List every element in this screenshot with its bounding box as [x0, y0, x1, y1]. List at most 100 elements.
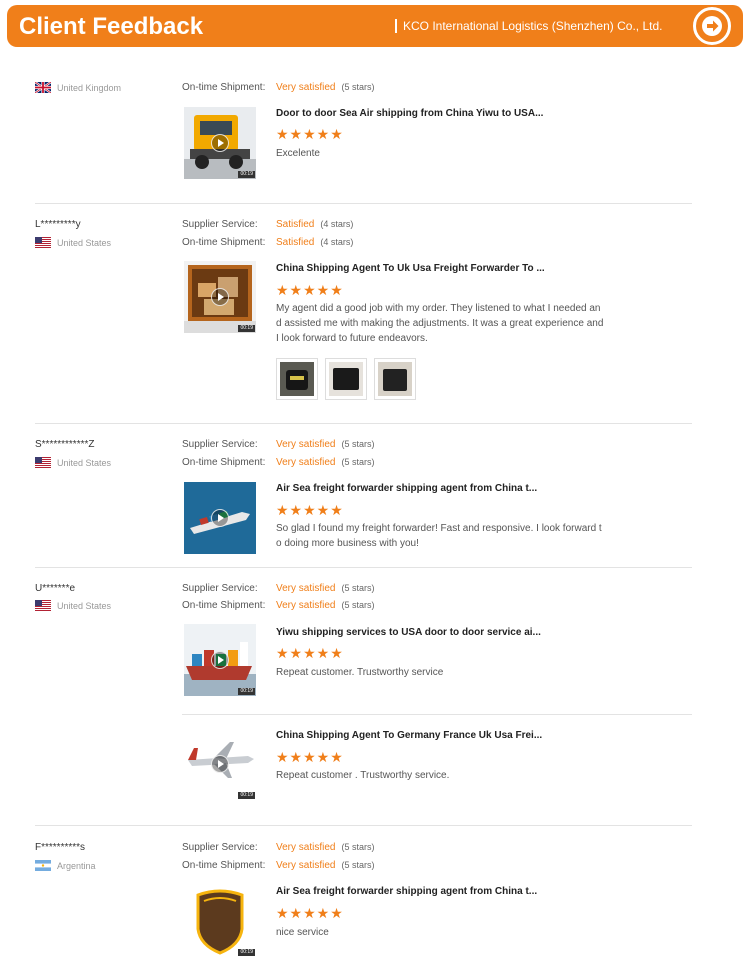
rating-stars-count: (5 stars) [341, 439, 375, 449]
reviewer-country: Argentina [35, 860, 96, 871]
us-flag-icon [35, 457, 51, 468]
star-rating: ★★★★★ [276, 282, 344, 298]
company-name: KCO International Logistics (Shenzhen) C… [395, 19, 662, 33]
rating-on-time-shipment: On-time Shipment: Satisfied (4 stars) [182, 237, 353, 248]
review-comment: So glad I found my freight forwarder! Fa… [276, 523, 602, 549]
product-title-link[interactable]: China Shipping Agent To Uk Usa Freight F… [276, 263, 545, 274]
review-comment: My agent did a good job with my order. T… [276, 303, 604, 344]
country-name: Argentina [57, 861, 96, 871]
rating-stars-count: (4 stars) [320, 219, 354, 229]
rating-label: Supplier Service: [182, 219, 258, 230]
country-name: United States [57, 238, 112, 248]
rating-stars-count: (4 stars) [320, 237, 354, 247]
rating-value: Very satisfied [276, 583, 336, 594]
product-video-thumbnail[interactable]: 00:19 [184, 624, 256, 696]
reviewer-country: United States [35, 237, 111, 248]
product-video-thumbnail[interactable]: 00:19 [184, 261, 256, 333]
star-rating: ★★★★★ [276, 905, 344, 921]
rating-supplier-service: Supplier Service: Very satisfied (5 stars) [182, 439, 375, 450]
rating-value: Very satisfied [276, 82, 336, 93]
next-arrow-button[interactable] [693, 7, 731, 45]
reviewer-name: L*********y [35, 219, 81, 230]
star-rating: ★★★★★ [276, 645, 344, 661]
argentina-flag-icon [35, 860, 51, 871]
video-duration: 00:19 [238, 325, 255, 332]
product-title-link[interactable]: Yiwu shipping services to USA door to do… [276, 627, 541, 638]
rating-label: On-time Shipment: [182, 600, 266, 611]
uk-flag-icon [35, 82, 51, 93]
us-flag-icon [35, 600, 51, 611]
play-icon [211, 651, 229, 669]
ups-logo-image [184, 885, 256, 957]
rating-on-time-shipment: On-time Shipment: Very satisfied (5 stars) [182, 457, 375, 468]
divider [182, 714, 692, 715]
play-icon [211, 509, 229, 527]
divider [35, 567, 692, 568]
rating-value: Very satisfied [276, 457, 336, 468]
video-duration: 00:19 [238, 792, 255, 799]
rating-stars-count: (5 stars) [341, 600, 375, 610]
play-icon [211, 134, 229, 152]
review-photo[interactable] [276, 358, 318, 400]
rating-on-time-shipment: On-time Shipment: Very satisfied (5 stars) [182, 82, 375, 93]
rating-label: On-time Shipment: [182, 860, 266, 871]
rating-on-time-shipment: On-time Shipment: Very satisfied (5 stars) [182, 860, 375, 871]
rating-value: Very satisfied [276, 842, 336, 853]
rating-label: Supplier Service: [182, 842, 258, 853]
rating-on-time-shipment: On-time Shipment: Very satisfied (5 stars) [182, 600, 375, 611]
rating-label: Supplier Service: [182, 583, 258, 594]
rating-value: Satisfied [276, 219, 315, 230]
rating-label: On-time Shipment: [182, 82, 266, 93]
rating-stars-count: (5 stars) [341, 82, 375, 92]
rating-stars-count: (5 stars) [341, 842, 375, 852]
reviewer-country: United States [35, 457, 111, 468]
reviewer-name: U*******e [35, 583, 76, 594]
rating-supplier-service: Supplier Service: Satisfied (4 stars) [182, 219, 353, 230]
rating-value: Very satisfied [276, 860, 336, 871]
product-title-link[interactable]: Air Sea freight forwarder shipping agent… [276, 886, 537, 897]
rating-label: On-time Shipment: [182, 457, 266, 468]
header-banner: Client Feedback KCO International Logist… [7, 5, 743, 47]
rating-supplier-service: Supplier Service: Very satisfied (5 stars) [182, 842, 375, 853]
review-comment: nice service [276, 927, 329, 938]
review-comment: Repeat customer. Trustworthy service [276, 667, 444, 678]
review-photo[interactable] [374, 358, 416, 400]
product-video-thumbnail[interactable] [184, 482, 256, 554]
product-video-thumbnail[interactable]: 00:19 [184, 107, 256, 179]
review-comment: Excelente [276, 148, 320, 159]
rating-stars-count: (5 stars) [341, 860, 375, 870]
rating-stars-count: (5 stars) [341, 583, 375, 593]
product-video-thumbnail[interactable]: 00:19 [184, 728, 256, 800]
country-name: United Kingdom [57, 83, 122, 93]
rating-value: Satisfied [276, 237, 315, 248]
country-name: United States [57, 458, 112, 468]
product-title-link[interactable]: Door to door Sea Air shipping from China… [276, 108, 543, 119]
reviewer-country: United Kingdom [35, 82, 121, 93]
review-comment: Repeat customer . Trustworthy service. [276, 770, 450, 781]
product-title-link[interactable]: Air Sea freight forwarder shipping agent… [276, 483, 537, 494]
reviewer-country: United States [35, 600, 111, 611]
play-icon [211, 288, 229, 306]
divider [35, 203, 692, 204]
video-duration: 00:19 [238, 949, 255, 956]
divider [35, 423, 692, 424]
rating-label: Supplier Service: [182, 439, 258, 450]
rating-value: Very satisfied [276, 600, 336, 611]
rating-stars-count: (5 stars) [341, 457, 375, 467]
page-title: Client Feedback [19, 13, 204, 40]
star-rating: ★★★★★ [276, 126, 344, 142]
rating-supplier-service: Supplier Service: Very satisfied (5 stars) [182, 583, 375, 594]
rating-label: On-time Shipment: [182, 237, 266, 248]
video-duration: 00:19 [238, 171, 255, 178]
review-photo[interactable] [325, 358, 367, 400]
arrow-glyph-icon [707, 20, 719, 32]
play-icon [211, 755, 229, 773]
country-name: United States [57, 601, 112, 611]
us-flag-icon [35, 237, 51, 248]
star-rating: ★★★★★ [276, 749, 344, 765]
video-duration: 00:19 [238, 688, 255, 695]
reviewer-name: S************Z [35, 439, 95, 450]
reviewer-name: F**********s [35, 842, 86, 853]
product-title-link[interactable]: China Shipping Agent To Germany France U… [276, 730, 542, 741]
product-video-thumbnail[interactable]: 00:19 [184, 885, 256, 957]
